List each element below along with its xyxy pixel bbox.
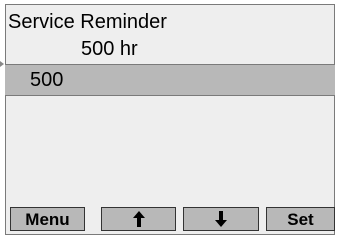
up-arrow-icon [132,211,145,227]
current-value: 500 hr [81,38,138,60]
display-screen: Service Reminder 500 hr 500 Menu Set [5,4,335,235]
up-button[interactable] [101,207,176,231]
row-pointer-icon [0,61,4,67]
down-button[interactable] [183,207,259,231]
edit-value: 500 [30,69,64,91]
edit-row[interactable]: 500 [5,64,335,96]
softkey-bar: Menu Set [10,207,335,233]
menu-button-label: Menu [25,209,70,229]
down-arrow-icon [215,211,227,227]
set-button-label: Set [287,209,314,229]
menu-button[interactable]: Menu [10,207,85,231]
set-button[interactable]: Set [266,207,335,231]
screen-title: Service Reminder [8,11,167,33]
